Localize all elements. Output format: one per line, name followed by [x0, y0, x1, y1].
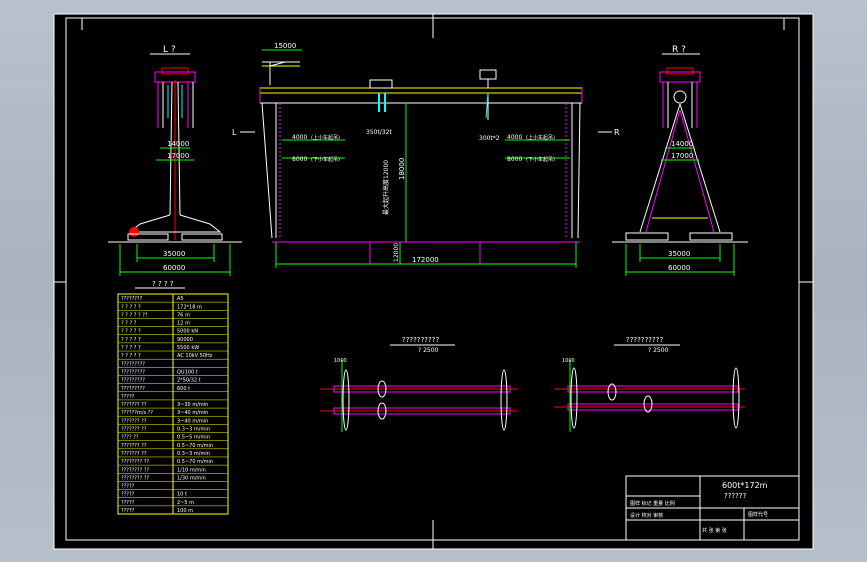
spec-row-value: 0.5~5 m/min	[177, 435, 210, 441]
left-dim-14000: 14000	[167, 140, 189, 148]
detail-b-title: ??????????	[626, 336, 663, 344]
spec-row-key: ??????m/s ??	[121, 410, 153, 416]
detail-a-scale: ? 2500	[418, 347, 439, 354]
detail-a-tag: 1000	[334, 358, 347, 364]
right-dim-17000: 17000	[671, 152, 693, 160]
spec-row-key: ?????	[121, 492, 135, 498]
spec-row-value: 0.5~70 m/min	[177, 443, 213, 449]
spec-row-value: 0.3~3 m/min	[177, 451, 210, 457]
lower-dim: 12000	[393, 243, 400, 262]
spec-row-key: ? ? ? ? ?	[121, 337, 141, 343]
span-dim: 172000	[412, 256, 439, 264]
arrow-left-label: L	[232, 128, 237, 137]
spec-row-key: ??????? ??	[121, 427, 147, 433]
spec-row-key: ?????????	[121, 386, 145, 392]
spec-row-key: ? ? ? ? ?	[121, 304, 141, 310]
spec-row-value: 2~5 m	[177, 500, 194, 506]
spec-row-key: ?????????	[121, 361, 145, 367]
spec-row-value: 3~30 m/min	[177, 402, 208, 408]
spec-row-key: ? ? ? ? ?	[121, 345, 141, 351]
spec-row-key: ?????????	[121, 378, 145, 384]
spec-row-value: 3~40 m/min	[177, 418, 208, 424]
spec-row-value: 0.3~3 m/min	[177, 427, 210, 433]
note-down-right: (下小车起吊)	[526, 156, 555, 163]
left-dim-track: 35000	[163, 250, 185, 258]
spec-title: ? ? ? ?	[152, 280, 174, 288]
dim-8000-right: 8000	[507, 156, 522, 163]
spec-row-key: ? ? ? ?	[121, 321, 137, 327]
spec-row-value: 172*18 m	[177, 304, 202, 310]
spec-row-value: 0.5~70 m/min	[177, 459, 213, 465]
detail-a-title: ??????????	[402, 336, 439, 344]
spec-row-key: ???????? ??	[121, 475, 149, 481]
cad-drawing[interactable]: L ? 14000 17000 35000 60000 15000 350t/3…	[0, 0, 867, 562]
title-block-row1: 图样 标记 重量 比例	[630, 500, 675, 507]
left-dim-17000: 17000	[167, 152, 189, 160]
spec-row-key: ?????	[121, 484, 135, 490]
spec-row-value: 3~40 m/min	[177, 410, 208, 416]
spec-row-value: 5000 kN	[177, 329, 198, 335]
spec-row-value: AC 10kV 50Hz	[177, 353, 213, 359]
title-block-row2: 设计 校对 审核	[630, 512, 663, 519]
spec-row-key: ??????? ??	[121, 451, 147, 457]
spec-row-key: ? ? ? ? ? ??	[121, 312, 148, 318]
right-dim-track: 35000	[668, 250, 690, 258]
spec-row-value: 10 t	[177, 492, 187, 498]
spec-row-value: 12 m	[177, 321, 190, 327]
spec-row-value: QU100 t	[177, 369, 198, 375]
note-up-left: (上小车起吊)	[311, 134, 340, 141]
spec-row-value: A5	[177, 296, 184, 302]
vertical-note: 最大起升高度12000	[382, 160, 390, 215]
detail-b-scale: ? 2500	[648, 347, 669, 354]
right-dim-base: 60000	[668, 264, 690, 272]
spec-row-value: 100 m	[177, 508, 193, 514]
spec-row-key: ???????? ??	[121, 467, 149, 473]
right-dim-14000: 14000	[671, 140, 693, 148]
spec-row-value: 76 m	[177, 312, 190, 318]
title-block-subtitle: ??????	[724, 492, 747, 500]
spec-row-key: ? ? ? ? ?	[121, 329, 141, 335]
dim-4000-left: 4000	[292, 134, 307, 141]
spec-row-key: ?????	[121, 394, 135, 400]
hook-right-label: 300t*2	[479, 135, 500, 142]
title-block-name: 600t*172m	[722, 481, 768, 490]
spec-row-key: ??????? ??	[121, 402, 147, 408]
spec-row-key: ?????????	[121, 369, 145, 375]
spec-row-value: 1/10 m/min	[177, 467, 206, 473]
title-block-drawing-no: 图样代号	[748, 511, 768, 518]
note-up-right: (上小车起吊)	[526, 134, 555, 141]
spec-row-key: ????????	[121, 296, 143, 302]
height-dim: 18000	[398, 158, 406, 180]
detail-b-tag: 1000	[562, 358, 575, 364]
spec-row-key: ? ? ? ? ?	[121, 353, 141, 359]
spec-row-value: 2*50/32 t	[177, 378, 201, 384]
spec-row-key: ??????? ??	[121, 418, 147, 424]
dim-8000-left: 8000	[292, 156, 307, 163]
dim-4000-right: 4000	[507, 134, 522, 141]
spec-row-key: ?????	[121, 500, 135, 506]
trolley-dim: 15000	[274, 42, 296, 50]
spec-row-key: ???? ??	[121, 435, 139, 441]
title-block-sheet: 共 张 第 张	[702, 527, 727, 534]
spec-row-value: 600 t	[177, 386, 190, 392]
left-dim-base: 60000	[163, 264, 185, 272]
spec-row-value: 1/30 m/min	[177, 475, 206, 481]
note-down-left: (下小车起吊)	[311, 156, 340, 163]
spec-row-key: ?????	[121, 508, 135, 514]
arrow-right-label: R	[614, 128, 620, 137]
spec-row-key: ???????? ??	[121, 459, 149, 465]
hook-left-label: 350t/32t	[366, 129, 392, 136]
spec-row-value: 5500 kW	[177, 345, 199, 351]
spec-row-value: 90000	[177, 337, 193, 343]
spec-row-key: ??????? ??	[121, 443, 147, 449]
